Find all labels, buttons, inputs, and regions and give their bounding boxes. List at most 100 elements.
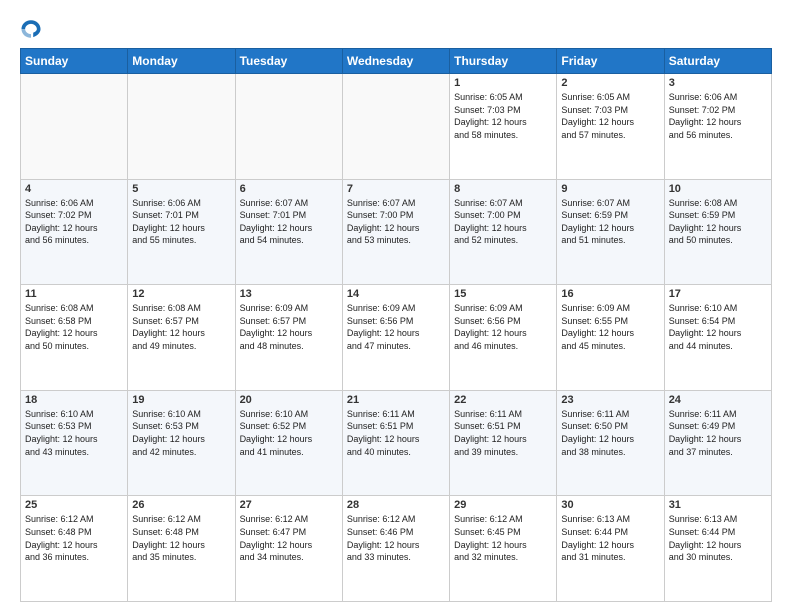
day-info: Sunrise: 6:10 AM Sunset: 6:52 PM Dayligh…	[240, 408, 338, 458]
calendar-header-monday: Monday	[128, 49, 235, 74]
day-number: 21	[347, 394, 445, 406]
header	[20, 18, 772, 40]
calendar-cell: 27 Sunrise: 6:12 AM Sunset: 6:47 PM Dayli…	[235, 496, 342, 602]
calendar-cell: 8 Sunrise: 6:07 AM Sunset: 7:00 PM Daylig…	[450, 179, 557, 285]
calendar-cell: 2 Sunrise: 6:05 AM Sunset: 7:03 PM Daylig…	[557, 74, 664, 180]
day-number: 20	[240, 394, 338, 406]
day-number: 31	[669, 499, 767, 511]
day-info: Sunrise: 6:05 AM Sunset: 7:03 PM Dayligh…	[454, 91, 552, 141]
calendar-cell: 22 Sunrise: 6:11 AM Sunset: 6:51 PM Dayli…	[450, 390, 557, 496]
calendar-cell: 14 Sunrise: 6:09 AM Sunset: 6:56 PM Dayli…	[342, 285, 449, 391]
calendar-cell: 19 Sunrise: 6:10 AM Sunset: 6:53 PM Dayli…	[128, 390, 235, 496]
calendar-cell: 4 Sunrise: 6:06 AM Sunset: 7:02 PM Daylig…	[21, 179, 128, 285]
day-number: 2	[561, 77, 659, 89]
day-info: Sunrise: 6:12 AM Sunset: 6:46 PM Dayligh…	[347, 513, 445, 563]
day-number: 28	[347, 499, 445, 511]
calendar-cell: 31Sunrise: 6:13 AM Sunset: 6:44 PM Dayli…	[664, 496, 771, 602]
day-info: Sunrise: 6:13 AM Sunset: 6:44 PM Dayligh…	[561, 513, 659, 563]
calendar-week-1: 1 Sunrise: 6:05 AM Sunset: 7:03 PM Daylig…	[21, 74, 772, 180]
day-info: Sunrise: 6:07 AM Sunset: 7:01 PM Dayligh…	[240, 197, 338, 247]
calendar-cell: 3 Sunrise: 6:06 AM Sunset: 7:02 PM Daylig…	[664, 74, 771, 180]
day-number: 3	[669, 77, 767, 89]
day-number: 17	[669, 288, 767, 300]
day-number: 7	[347, 183, 445, 195]
calendar-cell: 16Sunrise: 6:09 AM Sunset: 6:55 PM Dayli…	[557, 285, 664, 391]
day-info: Sunrise: 6:10 AM Sunset: 6:54 PM Dayligh…	[669, 302, 767, 352]
calendar-cell: 12 Sunrise: 6:08 AM Sunset: 6:57 PM Dayli…	[128, 285, 235, 391]
calendar-cell: 25 Sunrise: 6:12 AM Sunset: 6:48 PM Dayli…	[21, 496, 128, 602]
calendar-cell	[128, 74, 235, 180]
calendar-cell: 26Sunrise: 6:12 AM Sunset: 6:48 PM Dayli…	[128, 496, 235, 602]
day-number: 18	[25, 394, 123, 406]
logo	[20, 18, 46, 40]
day-info: Sunrise: 6:10 AM Sunset: 6:53 PM Dayligh…	[25, 408, 123, 458]
day-number: 16	[561, 288, 659, 300]
day-info: Sunrise: 6:09 AM Sunset: 6:57 PM Dayligh…	[240, 302, 338, 352]
day-number: 1	[454, 77, 552, 89]
day-number: 15	[454, 288, 552, 300]
day-info: Sunrise: 6:07 AM Sunset: 7:00 PM Dayligh…	[347, 197, 445, 247]
calendar-week-4: 18 Sunrise: 6:10 AM Sunset: 6:53 PM Dayli…	[21, 390, 772, 496]
day-info: Sunrise: 6:07 AM Sunset: 7:00 PM Dayligh…	[454, 197, 552, 247]
day-info: Sunrise: 6:05 AM Sunset: 7:03 PM Dayligh…	[561, 91, 659, 141]
calendar-header-thursday: Thursday	[450, 49, 557, 74]
calendar-cell: 11Sunrise: 6:08 AM Sunset: 6:58 PM Dayli…	[21, 285, 128, 391]
day-info: Sunrise: 6:12 AM Sunset: 6:48 PM Dayligh…	[25, 513, 123, 563]
calendar-week-3: 11Sunrise: 6:08 AM Sunset: 6:58 PM Dayli…	[21, 285, 772, 391]
calendar-cell: 20 Sunrise: 6:10 AM Sunset: 6:52 PM Dayli…	[235, 390, 342, 496]
calendar-cell	[21, 74, 128, 180]
day-info: Sunrise: 6:11 AM Sunset: 6:49 PM Dayligh…	[669, 408, 767, 458]
calendar-cell: 29Sunrise: 6:12 AM Sunset: 6:45 PM Dayli…	[450, 496, 557, 602]
page: SundayMondayTuesdayWednesdayThursdayFrid…	[0, 0, 792, 612]
day-info: Sunrise: 6:06 AM Sunset: 7:02 PM Dayligh…	[25, 197, 123, 247]
day-number: 30	[561, 499, 659, 511]
day-number: 14	[347, 288, 445, 300]
calendar-cell: 7 Sunrise: 6:07 AM Sunset: 7:00 PM Daylig…	[342, 179, 449, 285]
calendar-cell: 18 Sunrise: 6:10 AM Sunset: 6:53 PM Dayli…	[21, 390, 128, 496]
calendar-cell: 1 Sunrise: 6:05 AM Sunset: 7:03 PM Daylig…	[450, 74, 557, 180]
day-number: 9	[561, 183, 659, 195]
calendar-cell: 24 Sunrise: 6:11 AM Sunset: 6:49 PM Dayli…	[664, 390, 771, 496]
day-info: Sunrise: 6:10 AM Sunset: 6:53 PM Dayligh…	[132, 408, 230, 458]
day-number: 11	[25, 288, 123, 300]
calendar-cell: 23Sunrise: 6:11 AM Sunset: 6:50 PM Dayli…	[557, 390, 664, 496]
day-number: 24	[669, 394, 767, 406]
calendar-header-row: SundayMondayTuesdayWednesdayThursdayFrid…	[21, 49, 772, 74]
day-info: Sunrise: 6:06 AM Sunset: 7:02 PM Dayligh…	[669, 91, 767, 141]
day-number: 13	[240, 288, 338, 300]
day-info: Sunrise: 6:08 AM Sunset: 6:59 PM Dayligh…	[669, 197, 767, 247]
day-number: 8	[454, 183, 552, 195]
day-number: 22	[454, 394, 552, 406]
calendar-cell: 15 Sunrise: 6:09 AM Sunset: 6:56 PM Dayli…	[450, 285, 557, 391]
calendar-header-friday: Friday	[557, 49, 664, 74]
day-number: 5	[132, 183, 230, 195]
day-number: 25	[25, 499, 123, 511]
calendar-cell: 9Sunrise: 6:07 AM Sunset: 6:59 PM Daylig…	[557, 179, 664, 285]
calendar-cell: 28 Sunrise: 6:12 AM Sunset: 6:46 PM Dayli…	[342, 496, 449, 602]
calendar-cell	[235, 74, 342, 180]
day-info: Sunrise: 6:06 AM Sunset: 7:01 PM Dayligh…	[132, 197, 230, 247]
day-info: Sunrise: 6:12 AM Sunset: 6:45 PM Dayligh…	[454, 513, 552, 563]
calendar-table: SundayMondayTuesdayWednesdayThursdayFrid…	[20, 48, 772, 602]
day-info: Sunrise: 6:12 AM Sunset: 6:48 PM Dayligh…	[132, 513, 230, 563]
day-info: Sunrise: 6:09 AM Sunset: 6:56 PM Dayligh…	[347, 302, 445, 352]
day-number: 12	[132, 288, 230, 300]
calendar-cell: 30 Sunrise: 6:13 AM Sunset: 6:44 PM Dayli…	[557, 496, 664, 602]
calendar-cell	[342, 74, 449, 180]
calendar-week-5: 25 Sunrise: 6:12 AM Sunset: 6:48 PM Dayli…	[21, 496, 772, 602]
day-number: 27	[240, 499, 338, 511]
day-info: Sunrise: 6:11 AM Sunset: 6:51 PM Dayligh…	[347, 408, 445, 458]
day-number: 19	[132, 394, 230, 406]
calendar-header-tuesday: Tuesday	[235, 49, 342, 74]
day-info: Sunrise: 6:11 AM Sunset: 6:51 PM Dayligh…	[454, 408, 552, 458]
calendar-header-saturday: Saturday	[664, 49, 771, 74]
calendar-header-wednesday: Wednesday	[342, 49, 449, 74]
calendar-cell: 21 Sunrise: 6:11 AM Sunset: 6:51 PM Dayli…	[342, 390, 449, 496]
day-info: Sunrise: 6:09 AM Sunset: 6:56 PM Dayligh…	[454, 302, 552, 352]
day-number: 4	[25, 183, 123, 195]
day-info: Sunrise: 6:08 AM Sunset: 6:57 PM Dayligh…	[132, 302, 230, 352]
calendar-cell: 5 Sunrise: 6:06 AM Sunset: 7:01 PM Daylig…	[128, 179, 235, 285]
day-number: 6	[240, 183, 338, 195]
calendar-cell: 10Sunrise: 6:08 AM Sunset: 6:59 PM Dayli…	[664, 179, 771, 285]
day-info: Sunrise: 6:12 AM Sunset: 6:47 PM Dayligh…	[240, 513, 338, 563]
